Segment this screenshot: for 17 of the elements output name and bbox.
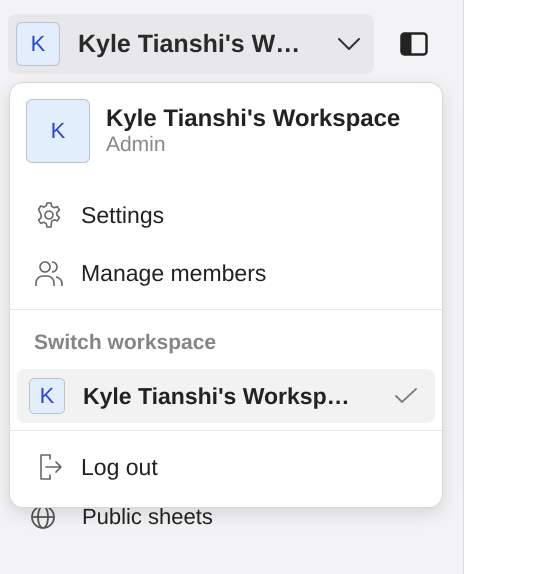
section-title: Switch workspace [33,330,218,356]
menu-item[interactable]: Settings [81,202,164,228]
workspace-avatar: K [26,99,90,163]
sidebar-toggle-icon[interactable] [400,32,428,56]
menu-item[interactable]: Log out [81,454,158,480]
workspace-avatar: K [16,22,60,66]
check-icon [395,388,417,404]
workspace-switcher[interactable]: K Kyle Tianshi's W… [8,14,374,74]
role-label: Admin [106,133,167,157]
menu-item[interactable]: Manage members [81,260,266,286]
settings-icon [35,201,63,229]
workspace-option[interactable]: K Kyle Tianshi's Worksp… [17,369,435,423]
chevron-down-icon [338,38,360,50]
people-icon [35,259,63,287]
sidebar-item[interactable]: Public sheets [30,504,463,530]
workspace-name: Kyle Tianshi's Workspace [106,105,400,133]
workspace-avatar: K [29,378,65,414]
